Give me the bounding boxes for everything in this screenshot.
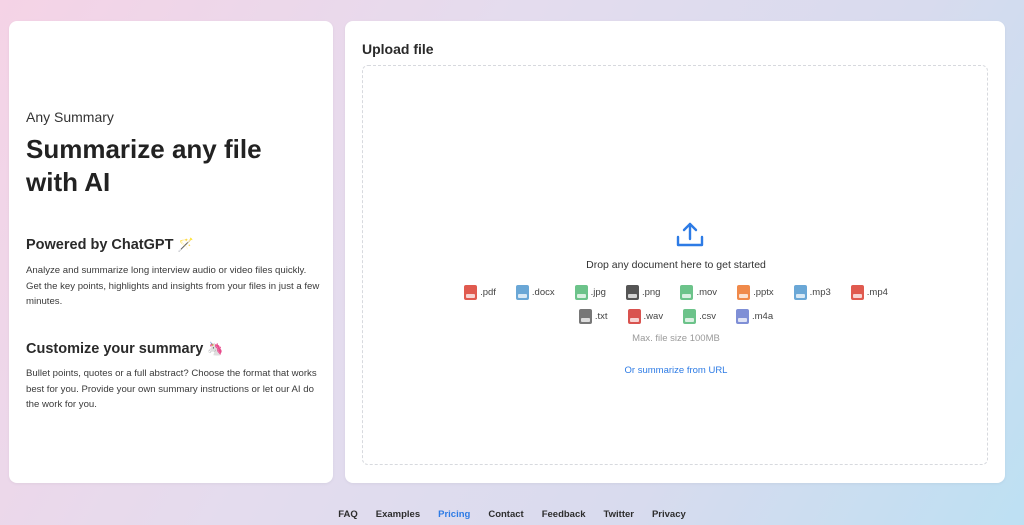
file-png-icon — [625, 285, 639, 301]
footer-link-privacy[interactable]: Privacy — [652, 509, 686, 524]
file-csv-icon — [683, 309, 697, 325]
footer-link-faq[interactable]: FAQ — [338, 509, 358, 524]
file-mp3-icon — [793, 285, 807, 301]
upload-panel: Upload file Drop any document here to ge… — [345, 21, 1005, 483]
max-file-size: Max. file size 100MB — [632, 333, 720, 344]
section-text-customize: Bullet points, quotes or a full abstract… — [26, 368, 317, 410]
file-wav-icon — [627, 309, 641, 325]
file-type-label: .docx — [531, 287, 555, 299]
file-type-pdf: .pdf — [464, 285, 496, 301]
summarize-url-link[interactable]: Or summarize from URL — [363, 365, 989, 376]
footer-link-pricing[interactable]: Pricing — [438, 509, 470, 524]
file-mp4-icon — [850, 285, 864, 301]
intro-panel: Any Summary Summarize any file with AI P… — [9, 21, 333, 483]
file-type-label: .mp3 — [809, 287, 831, 299]
file-type-label: .jpg — [590, 287, 606, 299]
footer-nav: FAQ Examples Pricing Contact Feedback Twitter… — [0, 504, 1024, 524]
file-type-mp4: .mp4 — [850, 285, 888, 301]
file-dropzone[interactable]: Drop any document here to get started .p… — [362, 65, 988, 465]
file-type-label: .mp4 — [866, 287, 888, 299]
file-types-row-1: .pdf .docx .jpg .png .mov .pptx .mp3 .mp4 — [363, 284, 989, 302]
file-type-pptx: .pptx — [737, 285, 774, 301]
magic-wand-icon: 🪄 — [177, 237, 194, 252]
file-type-png: .png — [625, 285, 661, 301]
unicorn-icon: 🦄 — [207, 341, 224, 356]
file-m4a-icon — [735, 309, 749, 325]
file-docx-icon — [515, 285, 529, 301]
section-title-customize-text: Customize your summary — [26, 341, 204, 357]
file-txt-icon — [578, 309, 592, 325]
footer-link-feedback[interactable]: Feedback — [542, 509, 586, 524]
file-type-txt: .txt — [578, 309, 608, 325]
file-type-m4a: .m4a — [735, 309, 774, 325]
section-text-powered: Analyze and summarize long interview aud… — [26, 265, 320, 307]
upload-title: Upload file — [362, 41, 434, 57]
file-type-label: .txt — [594, 311, 608, 323]
drop-instructions: Drop any document here to get started — [586, 259, 766, 271]
file-type-label: .mov — [696, 287, 718, 299]
file-type-label: .png — [641, 287, 661, 299]
footer-link-examples[interactable]: Examples — [376, 509, 420, 524]
page-headline: Summarize any file with AI — [26, 134, 262, 197]
upload-icon[interactable] — [675, 220, 705, 250]
file-type-docx: .docx — [515, 285, 555, 301]
footer-link-twitter[interactable]: Twitter — [604, 509, 634, 524]
section-title-powered-text: Powered by ChatGPT — [26, 237, 174, 253]
file-mov-icon — [680, 285, 694, 301]
file-type-wav: .wav — [627, 309, 664, 325]
file-pdf-icon — [464, 285, 478, 301]
file-type-jpg: .jpg — [574, 285, 606, 301]
file-pptx-icon — [737, 285, 751, 301]
file-type-csv: .csv — [683, 309, 716, 325]
file-type-label: .pdf — [480, 287, 496, 299]
file-types-row-2: .txt .wav .csv .m4a — [363, 308, 989, 326]
file-type-mp3: .mp3 — [793, 285, 831, 301]
section-title-powered: Powered by ChatGPT 🪄 — [26, 237, 194, 253]
file-type-label: .m4a — [751, 311, 774, 323]
footer-link-contact[interactable]: Contact — [488, 509, 523, 524]
file-type-mov: .mov — [680, 285, 718, 301]
file-type-label: .wav — [643, 311, 664, 323]
file-type-label: .pptx — [753, 287, 774, 299]
brand-name: Any Summary — [26, 109, 114, 125]
file-jpg-icon — [574, 285, 588, 301]
file-type-label: .csv — [699, 311, 716, 323]
section-title-customize: Customize your summary 🦄 — [26, 341, 223, 357]
